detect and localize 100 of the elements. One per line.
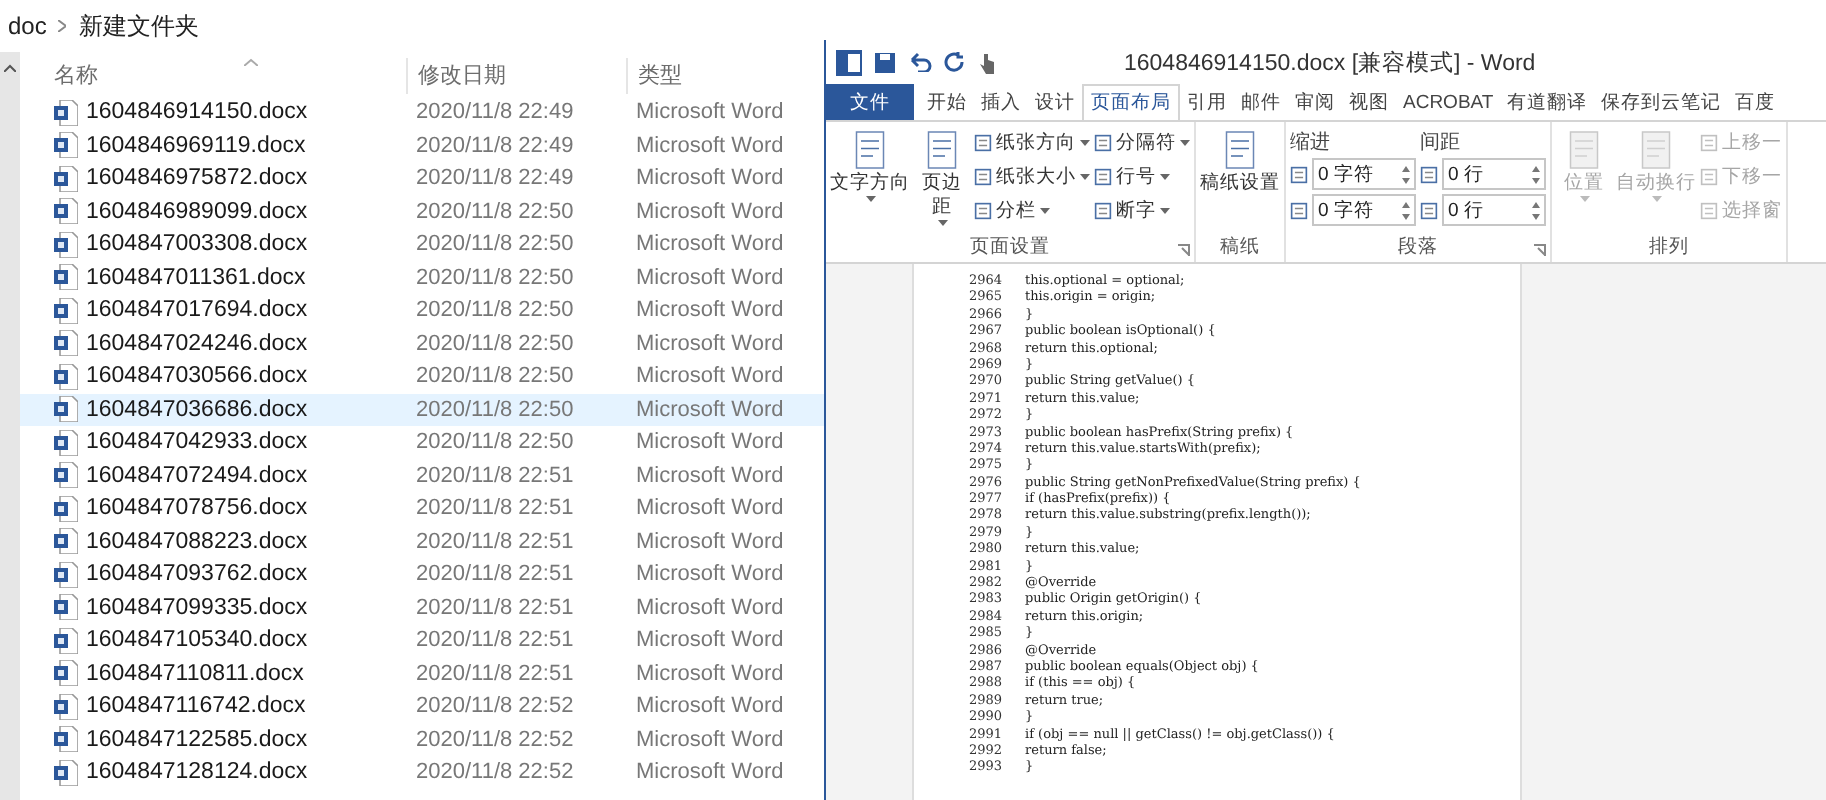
ribbon-button[interactable]: 稿纸设置 bbox=[1200, 128, 1280, 196]
file-row[interactable]: 1604847128124.docx 2020/11/8 22:52 Microsoft Word bbox=[20, 756, 824, 789]
file-row[interactable]: 1604846969119.docx 2020/11/8 22:49 Microsoft Word bbox=[20, 129, 824, 162]
page-layout-icon bbox=[1566, 128, 1602, 172]
file-type: Microsoft Word bbox=[634, 166, 786, 191]
file-row[interactable]: 1604847072494.docx 2020/11/8 22:51 Microsoft Word bbox=[20, 459, 824, 492]
file-type: Microsoft Word bbox=[634, 628, 786, 653]
file-type: Microsoft Word bbox=[634, 529, 786, 554]
ribbon-tab[interactable]: 引用 bbox=[1180, 84, 1234, 120]
file-row[interactable]: 1604847042933.docx 2020/11/8 22:50 Microsoft Word bbox=[20, 426, 824, 459]
document-icon bbox=[54, 198, 78, 225]
ribbon-button[interactable]: 分栏 bbox=[974, 196, 1090, 226]
file-row[interactable]: 1604847030566.docx 2020/11/8 22:50 Microsoft Word bbox=[20, 360, 824, 393]
file-row[interactable]: 1604847122585.docx 2020/11/8 22:52 Microsoft Word bbox=[20, 723, 824, 756]
breadcrumb-item[interactable]: doc bbox=[8, 12, 47, 40]
file-row[interactable]: 1604847110811.docx 2020/11/8 22:51 Microsoft Word bbox=[20, 657, 824, 690]
document-icon bbox=[54, 726, 78, 753]
file-row[interactable]: 1604846975872.docx 2020/11/8 22:49 Microsoft Word bbox=[20, 162, 824, 195]
ribbon-button[interactable]: 页边距 bbox=[914, 128, 970, 228]
ribbon-tab[interactable]: 有道翻译 bbox=[1500, 84, 1595, 120]
breadcrumb-item[interactable]: 新建文件夹 bbox=[78, 9, 199, 43]
column-header[interactable]: 修改日期 bbox=[406, 58, 626, 94]
button-icon bbox=[974, 134, 992, 152]
ribbon-tab[interactable]: 视图 bbox=[1342, 84, 1396, 120]
file-row[interactable]: 1604846989099.docx 2020/11/8 22:50 Microsoft Word bbox=[20, 195, 824, 228]
ribbon-button[interactable]: 分隔符 bbox=[1094, 128, 1190, 158]
file-row[interactable]: 1604847093762.docx 2020/11/8 22:51 Microsoft Word bbox=[20, 558, 824, 591]
file-row[interactable]: 1604847024246.docx 2020/11/8 22:50 Microsoft Word bbox=[20, 327, 824, 360]
ribbon-button[interactable]: 纸张方向 bbox=[974, 128, 1090, 158]
file-row[interactable]: 1604847011361.docx 2020/11/8 22:50 Microsoft Word bbox=[20, 261, 824, 294]
dialog-launcher-icon[interactable] bbox=[1534, 244, 1546, 256]
file-date: 2020/11/8 22:52 bbox=[414, 727, 576, 752]
ribbon-tab[interactable]: 百度 bbox=[1728, 84, 1783, 120]
spin-field[interactable]: 0 字符 bbox=[1312, 158, 1416, 190]
file-row[interactable]: 1604847036686.docx 2020/11/8 22:50 Microsoft Word bbox=[20, 393, 824, 426]
column-header[interactable]: 名称 bbox=[20, 58, 406, 94]
spin-arrows-icon[interactable] bbox=[1532, 201, 1540, 219]
dropdown-caret-icon bbox=[1160, 173, 1170, 181]
spin-arrows-icon[interactable] bbox=[1532, 165, 1540, 183]
dropdown-caret-icon bbox=[1180, 139, 1190, 147]
file-row[interactable]: 1604847088223.docx 2020/11/8 22:51 Microsoft Word bbox=[20, 525, 824, 558]
undo-icon[interactable] bbox=[908, 52, 932, 72]
file-name: 1604847042933.docx bbox=[86, 430, 308, 455]
spin-field[interactable]: 0 行 bbox=[1442, 158, 1546, 190]
ribbon-tab[interactable]: 插入 bbox=[974, 84, 1028, 120]
save-icon[interactable] bbox=[874, 51, 896, 73]
document-icon bbox=[54, 528, 78, 555]
file-name: 1604847093762.docx bbox=[86, 562, 308, 587]
file-name: 1604846989099.docx bbox=[86, 199, 308, 224]
dropdown-caret-icon bbox=[1160, 207, 1170, 215]
document-icon bbox=[54, 462, 78, 489]
ribbon-tab[interactable]: ACROBAT bbox=[1396, 84, 1501, 120]
dropdown-caret-icon bbox=[1040, 207, 1050, 215]
file-type: Microsoft Word bbox=[634, 133, 786, 158]
file-type: Microsoft Word bbox=[634, 100, 786, 125]
button-icon bbox=[1290, 165, 1308, 183]
ribbon-tab[interactable]: 设计 bbox=[1028, 84, 1082, 120]
dropdown-caret-icon bbox=[1080, 139, 1090, 147]
file-row[interactable]: 1604846914150.docx 2020/11/8 22:49 Microsoft Word bbox=[20, 96, 824, 129]
file-row[interactable]: 1604847078756.docx 2020/11/8 22:51 Microsoft Word bbox=[20, 492, 824, 525]
document-icon bbox=[54, 495, 78, 522]
document-icon bbox=[54, 759, 78, 786]
ribbon-button[interactable]: 行号 bbox=[1094, 162, 1190, 192]
file-date: 2020/11/8 22:51 bbox=[414, 628, 576, 653]
spin-arrows-icon[interactable] bbox=[1402, 201, 1410, 219]
file-date: 2020/11/8 22:50 bbox=[414, 232, 576, 257]
button-icon bbox=[974, 168, 992, 186]
file-row[interactable]: 1604847116742.docx 2020/11/8 22:52 Microsoft Word bbox=[20, 690, 824, 723]
ribbon-tab[interactable]: 审阅 bbox=[1288, 84, 1342, 120]
document-icon bbox=[54, 660, 78, 687]
dropdown-caret-icon bbox=[1080, 173, 1090, 181]
file-name: 1604847072494.docx bbox=[86, 463, 308, 488]
file-row[interactable]: 1604847017694.docx 2020/11/8 22:50 Microsoft Word bbox=[20, 294, 824, 327]
spin-arrows-icon[interactable] bbox=[1402, 165, 1410, 183]
spin-field[interactable]: 0 行 bbox=[1442, 194, 1546, 226]
ribbon-tab[interactable]: 开始 bbox=[920, 84, 974, 120]
group-label: 稿纸 bbox=[1220, 234, 1260, 262]
dropdown-caret-icon bbox=[937, 220, 947, 228]
file-row[interactable]: 1604847099335.docx 2020/11/8 22:51 Microsoft Word bbox=[20, 591, 824, 624]
chevron-icon bbox=[58, 20, 67, 32]
file-date: 2020/11/8 22:50 bbox=[414, 364, 576, 389]
redo-icon[interactable] bbox=[944, 51, 966, 73]
scroll-up-icon[interactable] bbox=[4, 64, 16, 72]
document-icon bbox=[54, 264, 78, 291]
ribbon-button[interactable]: 文字方向 bbox=[830, 128, 910, 204]
dialog-launcher-icon[interactable] bbox=[1178, 244, 1190, 256]
file-date: 2020/11/8 22:50 bbox=[414, 430, 576, 455]
ribbon-tab[interactable]: 页面布局 bbox=[1082, 84, 1180, 120]
file-type: Microsoft Word bbox=[634, 661, 786, 686]
ribbon-tab[interactable]: 邮件 bbox=[1234, 84, 1288, 120]
ribbon-button[interactable]: 纸张大小 bbox=[974, 162, 1090, 192]
spin-field[interactable]: 0 字符 bbox=[1312, 194, 1416, 226]
ribbon-button[interactable]: 断字 bbox=[1094, 196, 1190, 226]
file-row[interactable]: 1604847105340.docx 2020/11/8 22:51 Microsoft Word bbox=[20, 624, 824, 657]
document-icon bbox=[54, 429, 78, 456]
touch-mode-icon[interactable] bbox=[978, 51, 996, 73]
file-type: Microsoft Word bbox=[634, 232, 786, 257]
ribbon-tab[interactable]: 保存到云笔记 bbox=[1594, 84, 1729, 120]
file-tab[interactable]: 文件 bbox=[826, 84, 914, 120]
file-row[interactable]: 1604847003308.docx 2020/11/8 22:50 Microsoft Word bbox=[20, 228, 824, 261]
